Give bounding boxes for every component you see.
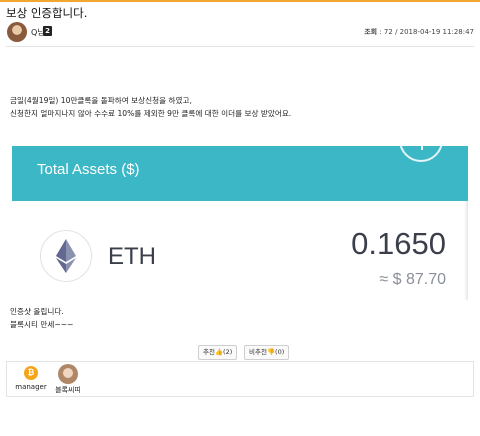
post-title: 보상 인증합니다.	[6, 6, 88, 20]
vote-row: 추천👍(2) 비추천👎(0)	[0, 345, 480, 361]
coin-usd-value: ≈ $ 87.70	[379, 271, 446, 288]
eth-logo	[40, 230, 92, 282]
post-footer-line-2: 블록시티 만세~~~	[10, 320, 74, 329]
post-meta: 조회 : 72 / 2018-04-19 11:28:47	[364, 27, 474, 37]
recommender-name: manager	[15, 383, 47, 391]
recommender-item[interactable]: 블록씨띠	[47, 362, 89, 395]
author-avatar[interactable]	[7, 22, 27, 42]
views-label: 조회	[364, 28, 378, 36]
recommend-button[interactable]: 추천👍(2)	[198, 345, 238, 360]
post-body-line-1: 금일(4월19일) 10만클록을 돌파하여 보상신청을 하였고,	[10, 96, 192, 105]
ethereum-icon	[56, 239, 76, 273]
header-divider	[6, 46, 474, 47]
bitcoin-icon: ₿	[24, 366, 38, 380]
post-body-line-2: 신청한지 얼마지나지 않아 수수료 10%를 제외한 9만 클록에 대한 이더를…	[10, 109, 292, 118]
avatar	[58, 364, 78, 384]
post-footer-line-1: 인증샷 올립니다.	[10, 307, 64, 316]
plus-icon	[399, 138, 443, 162]
assets-header: Total Assets ($)	[12, 138, 468, 201]
card-edge	[464, 201, 468, 300]
top-accent-line	[0, 0, 480, 2]
coin-amount: 0.1650	[351, 226, 446, 261]
recommender-item[interactable]: ₿ manager	[13, 362, 49, 391]
recommenders-box: ₿ manager 블록씨띠	[6, 361, 474, 397]
total-assets-title: Total Assets ($)	[37, 161, 140, 178]
level-badge: 2	[43, 26, 52, 36]
wallet-screenshot: Total Assets ($) ETH 0.1650 ≈ $ 87.70	[12, 138, 468, 300]
views-and-date: : 72 / 2018-04-19 11:28:47	[377, 28, 474, 36]
author-row: Q님 2 조회 : 72 / 2018-04-19 11:28:47	[0, 22, 480, 44]
coin-symbol: ETH	[108, 243, 156, 270]
not-recommend-button[interactable]: 비추천👎(0)	[244, 345, 290, 360]
recommender-name: 블록씨띠	[55, 386, 81, 394]
